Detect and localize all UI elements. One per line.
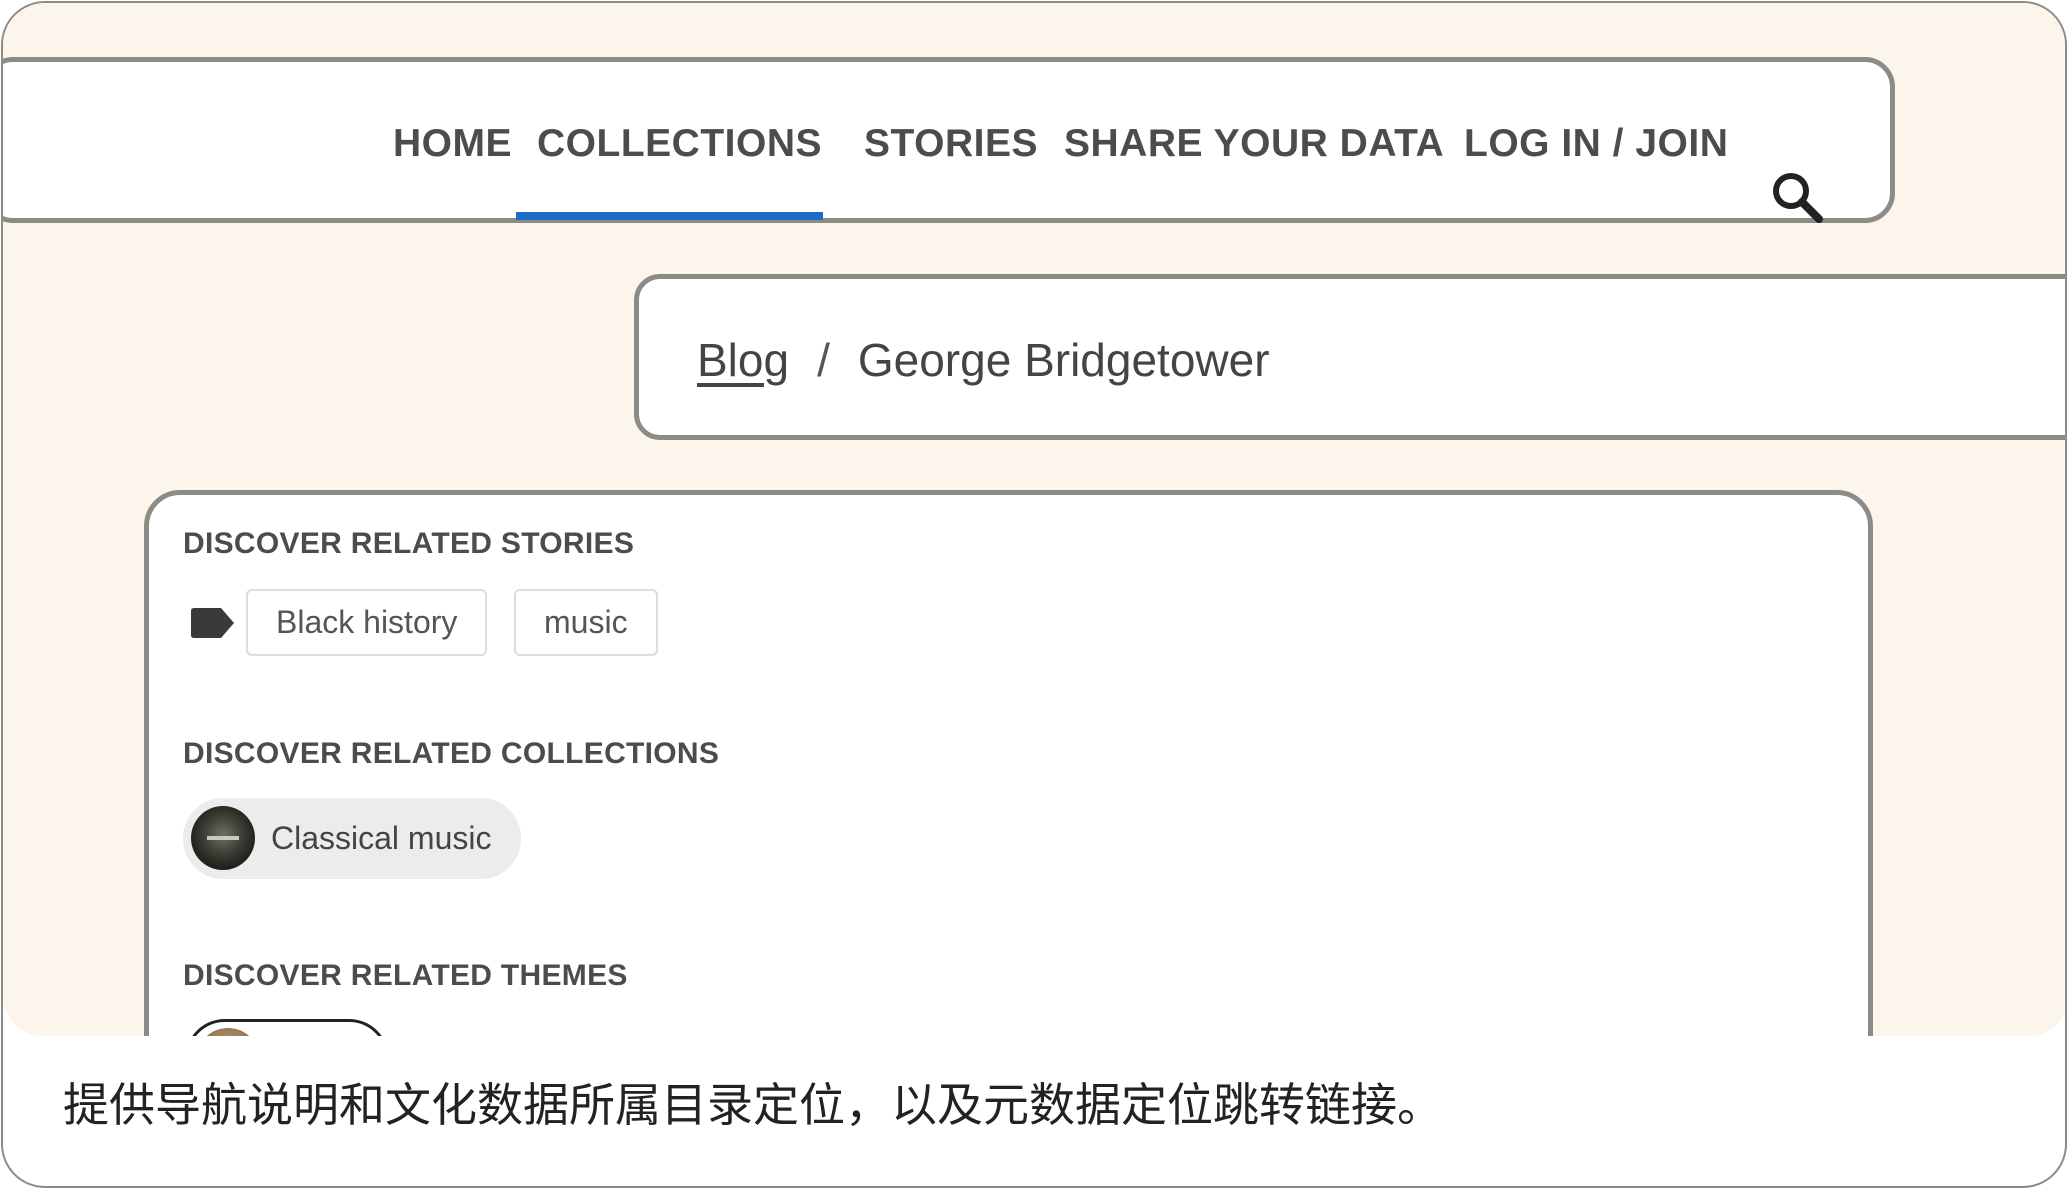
breadcrumb: Blog / George Bridgetower [697,333,1270,387]
screenshot-area: HOME COLLECTIONS STORIES SHARE YOUR DATA… [3,3,2065,1036]
collection-thumbnail [191,806,255,870]
search-icon[interactable] [1770,170,1826,231]
related-stories-title: DISCOVER RELATED STORIES [183,527,635,560]
nav-stories[interactable]: STORIES [864,122,1038,166]
nav-collections[interactable]: COLLECTIONS [537,122,822,166]
related-collections-title: DISCOVER RELATED COLLECTIONS [183,737,720,770]
breadcrumb-bar: Blog / George Bridgetower [634,274,2065,440]
main-navigation: HOME COLLECTIONS STORIES SHARE YOUR DATA… [3,57,1895,223]
related-panel: DISCOVER RELATED STORIES Black history m… [144,490,1873,1036]
related-themes-title: DISCOVER RELATED THEMES [183,959,628,992]
active-nav-indicator [516,212,823,220]
collection-label: Classical music [271,820,492,856]
breadcrumb-current: George Bridgetower [857,334,1270,386]
collection-pill-classical-music[interactable]: Classical music [183,798,521,879]
breadcrumb-link-blog[interactable]: Blog [697,334,789,386]
tag-black-history[interactable]: Black history [246,589,488,656]
nav-login-join[interactable]: LOG IN / JOIN [1464,122,1728,166]
theme-thumbnail [196,1028,260,1036]
nav-share-your-data[interactable]: SHARE YOUR DATA [1064,122,1444,166]
nav-home[interactable]: HOME [393,122,512,166]
theme-pill[interactable] [185,1019,389,1036]
breadcrumb-separator: / [817,334,830,386]
figure-frame: HOME COLLECTIONS STORIES SHARE YOUR DATA… [1,1,2067,1188]
figure-caption: 提供导航说明和文化数据所属目录定位，以及元数据定位跳转链接。 [63,1078,1443,1132]
tag-icon [190,606,236,645]
tag-music[interactable]: music [514,589,658,656]
